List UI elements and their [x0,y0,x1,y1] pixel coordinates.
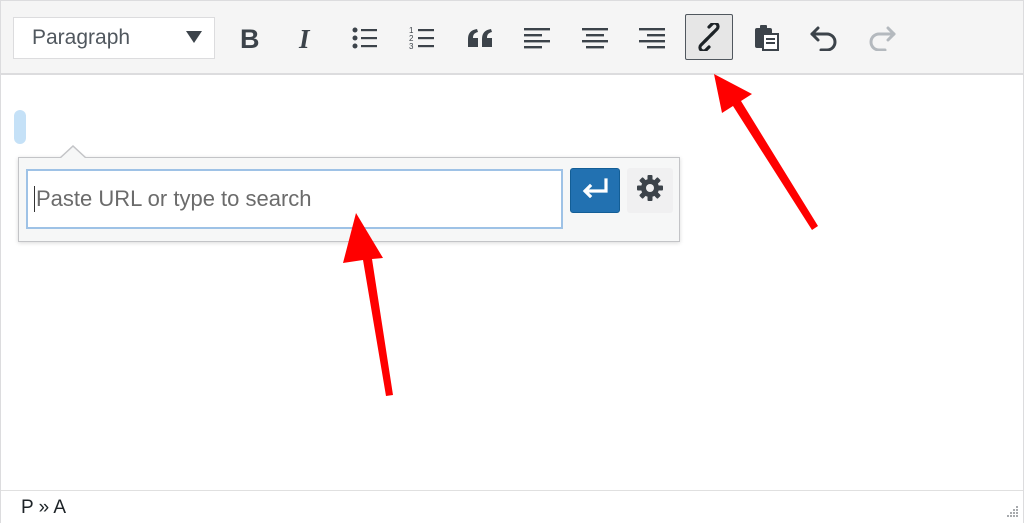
svg-text:B: B [240,25,260,51]
bulleted-list-icon [352,26,378,50]
blockquote-icon [466,27,494,49]
align-left-button[interactable] [513,14,561,62]
link-settings-button[interactable] [627,168,673,213]
numbered-list-button[interactable]: 1 2 3 [398,14,446,62]
redo-button[interactable] [858,14,906,62]
link-popup: Paste URL or type to search [18,145,680,242]
apply-link-button[interactable] [570,168,620,213]
bold-button[interactable]: B [226,14,274,62]
format-select[interactable]: Paragraph [13,17,215,59]
undo-button[interactable] [800,14,848,62]
numbered-list-icon: 1 2 3 [409,25,435,51]
resize-handle-icon[interactable] [1005,505,1019,519]
svg-text:I: I [298,25,311,51]
editor-statusbar: P » A [1,490,1023,523]
url-search-placeholder: Paste URL or type to search [36,186,312,211]
url-search-input[interactable]: Paste URL or type to search [26,169,563,229]
gear-icon [636,174,664,207]
align-center-icon [582,27,608,49]
align-left-icon [524,27,550,49]
redo-icon [867,25,897,51]
clipboard-icon [754,25,780,51]
italic-icon: I [295,25,319,51]
editor: Paragraph B I 1 2 3 Paste URL or type to… [0,0,1024,523]
text-cursor-highlight [14,110,26,144]
align-center-button[interactable] [571,14,619,62]
align-right-icon [639,27,665,49]
enter-icon [581,178,609,203]
editor-toolbar: Paragraph B I 1 2 3 [1,1,1023,75]
insert-link-button[interactable] [685,14,733,60]
chevron-down-icon [186,31,202,43]
italic-button[interactable]: I [283,14,331,62]
format-select-value: Paragraph [32,26,131,49]
blockquote-button[interactable] [456,14,504,62]
link-icon [695,23,723,51]
bulleted-list-button[interactable] [341,14,389,62]
undo-icon [809,25,839,51]
paste-as-text-button[interactable] [743,14,791,62]
bold-icon: B [238,25,262,51]
svg-text:3: 3 [409,42,414,51]
align-right-button[interactable] [628,14,676,62]
element-path[interactable]: P » A [21,497,66,519]
